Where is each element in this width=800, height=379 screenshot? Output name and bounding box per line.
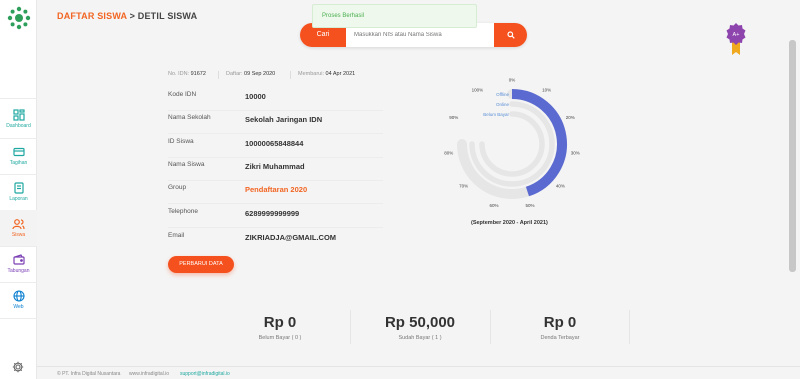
footer-company: © PT. Infra Digital Nusantara [57, 371, 121, 377]
update-data-button[interactable]: PERBARUI DATA [168, 256, 234, 273]
detail-value: 10000065848844 [245, 139, 304, 148]
chart-tick-label: 70% [459, 183, 468, 188]
detail-label: Kode IDN [168, 91, 197, 98]
footer-site-link[interactable]: www.infradigital.io [129, 371, 169, 377]
detail-row-group: Group Pendaftaran 2020 [168, 181, 383, 204]
meta-no-idn: No. IDN: 91672 [168, 71, 206, 77]
footer: © PT. Infra Digital Nusantara www.infrad… [37, 366, 800, 379]
page-title: DAFTAR SISWA > DETIL SISWA [57, 11, 197, 21]
rating-badge-icon[interactable]: A+ [724, 22, 748, 56]
success-toast: Proses Berhasil [312, 4, 477, 28]
summary-label: Sudah Bayar ( 1 ) [398, 335, 442, 341]
sidebar-item-dashboard[interactable]: Dashboard [0, 101, 37, 137]
summary-amount: Rp 0 [263, 314, 297, 331]
meta-value: 09 Sep 2020 [244, 71, 276, 77]
sidebar-item-label: Dashboard [6, 123, 31, 129]
scrollbar-thumb[interactable] [789, 40, 796, 272]
sidebar-item-web[interactable]: Web [0, 282, 37, 318]
students-icon [12, 219, 25, 230]
chart-tick-label: 100% [472, 88, 484, 93]
detail-row-kode-idn: Kode IDN 10000 [168, 88, 383, 111]
detail-row-email: Email ZIKRIADJA@GMAIL.COM [168, 229, 383, 252]
meta-daftar: Daftar: 09 Sep 2020 [226, 71, 275, 77]
breadcrumb-current: DETIL SISWA [137, 11, 198, 21]
radial-chart: Offline Online Belum Bayar 0% 10% 20% 30% 40% 50… [444, 78, 580, 208]
footer-email-link[interactable]: support@infradigital.io [180, 371, 230, 377]
sidebar-item-label: Tabungan [7, 268, 30, 274]
chart-series-label: Online [496, 102, 510, 107]
sidebar-item-label: Siswa [11, 232, 26, 238]
search-button[interactable] [494, 23, 527, 47]
dashboard-icon [12, 109, 25, 121]
breadcrumb-separator: > [129, 11, 136, 21]
globe-icon [12, 290, 25, 302]
meta-label: Daftar: [226, 71, 243, 77]
report-icon [13, 182, 24, 194]
detail-value: 10000 [245, 92, 266, 101]
detail-value: Sekolah Jaringan IDN [245, 115, 323, 124]
detail-value: 6289999999999 [245, 209, 300, 218]
chart-tick-label: 30% [571, 151, 580, 156]
summary-denda-terbayar: Rp 0 Denda Terbayar [490, 310, 630, 350]
wallet-icon [12, 254, 25, 265]
chart-tick-label: 0% [509, 78, 516, 83]
meta-membaru: Membarui: 04 Apr 2021 [298, 71, 355, 77]
detail-label: Group [168, 184, 187, 191]
payment-summary: Rp 0 Belum Bayar ( 0 ) Rp 50,000 Sudah B… [210, 310, 630, 350]
detail-label: Email [168, 232, 185, 239]
summary-sudah-bayar: Rp 50,000 Sudah Bayar ( 1 ) [350, 310, 490, 350]
sidebar-item-label: Tagihan [9, 160, 28, 166]
bill-icon [12, 147, 25, 157]
summary-amount: Rp 50,000 [384, 314, 456, 331]
sidebar-item-tagihan[interactable]: Tagihan [0, 138, 37, 174]
summary-label: Belum Bayar ( 0 ) [258, 335, 302, 341]
meta-value: 04 Apr 2021 [325, 71, 356, 77]
meta-label: No. IDN: [168, 71, 190, 77]
detail-value: Zikri Muhammad [245, 162, 305, 171]
summary-amount: Rp 0 [543, 314, 577, 331]
chart-tick-label: 20% [566, 115, 575, 120]
meta-label: Membarui: [298, 71, 324, 77]
sidebar-item-label: Laporan [9, 196, 28, 202]
gear-icon[interactable] [12, 361, 24, 373]
badge-text: A+ [733, 32, 740, 38]
detail-value: ZIKRIADJA@GMAIL.COM [245, 233, 337, 242]
chart-tick-label: 10% [542, 88, 551, 93]
detail-row-telephone: Telephone 6289999999999 [168, 205, 383, 228]
detail-label: Nama Siswa [168, 161, 205, 168]
detail-row-nama-sekolah: Nama Sekolah Sekolah Jaringan IDN [168, 111, 383, 134]
detail-label: ID Siswa [168, 138, 194, 145]
chart-series-label: Belum Bayar [483, 112, 509, 117]
app-logo[interactable] [7, 6, 31, 30]
chart-tick-label: 60% [489, 203, 498, 208]
chart-tick-label: 80% [444, 151, 453, 156]
detail-label: Telephone [168, 208, 198, 215]
detail-row-id-siswa: ID Siswa 10000065848844 [168, 135, 383, 158]
summary-belum-bayar: Rp 0 Belum Bayar ( 0 ) [210, 310, 350, 350]
chart-tick-label: 50% [525, 203, 534, 208]
chart-tick-label: 40% [556, 183, 565, 188]
header: DAFTAR SISWA > DETIL SISWA Cari Proses B… [37, 0, 800, 47]
sidebar-item-laporan[interactable]: Laporan [0, 174, 37, 210]
summary-label: Denda Terbayar [540, 335, 580, 341]
sidebar-item-label: Web [13, 304, 24, 310]
chart-track-belum-bayar [479, 111, 545, 177]
detail-label: Nama Sekolah [168, 114, 211, 121]
chart-caption: (September 2020 - April 2021) [471, 220, 548, 226]
meta-value: 91672 [190, 71, 206, 77]
search-input[interactable] [354, 29, 484, 41]
sidebar: Dashboard Tagihan Laporan Siswa Tabungan… [0, 0, 37, 379]
detail-value[interactable]: Pendaftaran 2020 [245, 185, 307, 194]
scrollbar[interactable] [789, 40, 796, 365]
chart-series-label: Offline [496, 92, 509, 97]
breadcrumb-daftar-siswa[interactable]: DAFTAR SISWA [57, 11, 127, 21]
sidebar-item-tabungan[interactable]: Tabungan [0, 246, 37, 282]
chart-tick-label: 90% [449, 115, 458, 120]
detail-row-nama-siswa: Nama Siswa Zikri Muhammad [168, 158, 383, 181]
sidebar-item-siswa[interactable]: Siswa [0, 210, 37, 246]
search-icon [506, 31, 515, 39]
